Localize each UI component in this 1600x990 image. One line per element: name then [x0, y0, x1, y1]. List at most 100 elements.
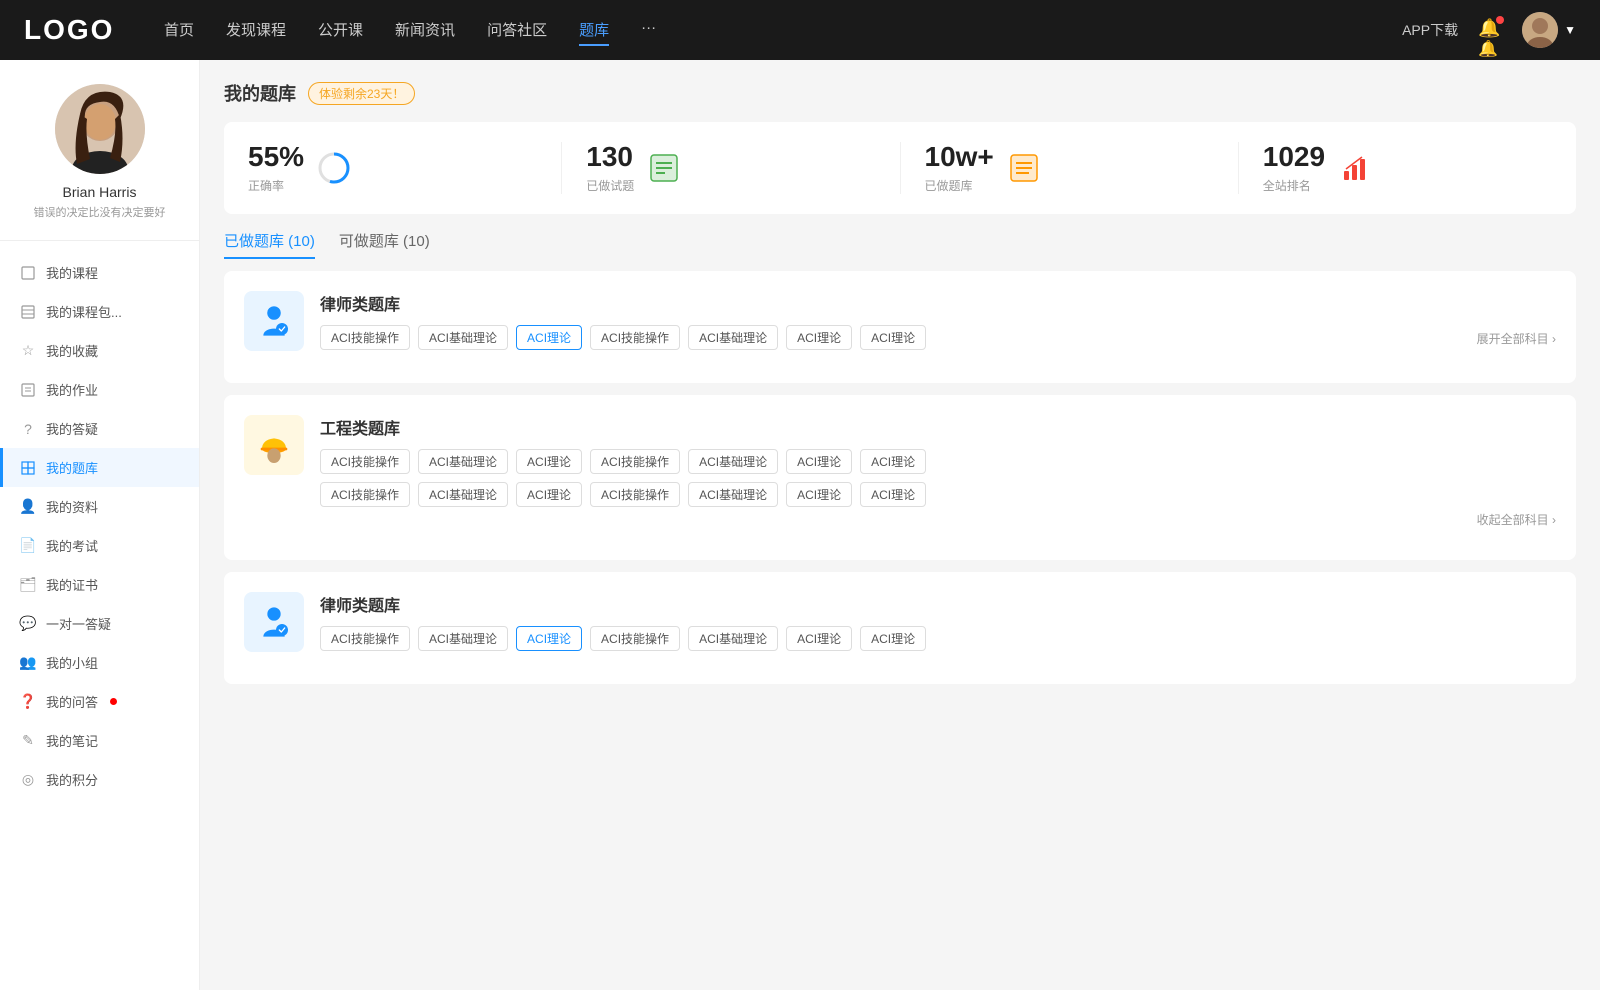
stat-done-banks: 10w+ 已做题库 [901, 142, 1239, 194]
tag-1-1[interactable]: ACI技能操作 [320, 325, 410, 350]
tab-done[interactable]: 已做题库 (10) [224, 230, 315, 259]
notification-dot [1496, 16, 1504, 24]
tag-2-2[interactable]: ACI基础理论 [418, 449, 508, 474]
sidebar-item-points[interactable]: ◎ 我的积分 [0, 760, 199, 799]
exam-icon: 📄 [20, 538, 36, 554]
tag-3-7[interactable]: ACI理论 [860, 626, 926, 651]
stats-card: 55% 正确率 130 已做试题 [224, 122, 1576, 214]
sidebar-label-profile: 我的资料 [46, 497, 98, 516]
tag-2-7[interactable]: ACI理论 [860, 449, 926, 474]
sidebar-item-exam[interactable]: 📄 我的考试 [0, 526, 199, 565]
page-title: 我的题库 [224, 80, 296, 106]
nav-qa[interactable]: 问答社区 [487, 15, 547, 46]
star-icon: ☆ [20, 343, 36, 359]
stat-label-accuracy: 正确率 [248, 177, 304, 194]
stat-label-done-banks: 已做题库 [925, 177, 994, 194]
notification-bell[interactable]: 🔔 [1478, 18, 1502, 42]
profile-name: Brian Harris [63, 184, 137, 200]
rank-icon [1337, 150, 1373, 186]
tag-1-4[interactable]: ACI技能操作 [590, 325, 680, 350]
app-download-button[interactable]: APP下载 [1402, 20, 1458, 40]
stat-number-done-q: 130 [586, 142, 634, 173]
trial-badge: 体验剩余23天！ [308, 82, 415, 105]
expand-link-1[interactable]: 展开全部科目 › [1477, 327, 1556, 350]
sidebar-item-group[interactable]: 👥 我的小组 [0, 643, 199, 682]
tag-2-10[interactable]: ACI理论 [516, 482, 582, 507]
qbank-title-2: 工程类题库 [320, 415, 1556, 439]
sidebar-item-notes[interactable]: ✎ 我的笔记 [0, 721, 199, 760]
tag-2-6[interactable]: ACI理论 [786, 449, 852, 474]
tag-2-9[interactable]: ACI基础理论 [418, 482, 508, 507]
tag-3-4[interactable]: ACI技能操作 [590, 626, 680, 651]
profile-section: Brian Harris 错误的决定比没有决定要好 [0, 84, 199, 241]
navbar: LOGO 首页 发现课程 公开课 新闻资讯 问答社区 题库 ··· APP下载 … [0, 0, 1600, 60]
sidebar-label-homework: 我的作业 [46, 380, 98, 399]
user-avatar-menu[interactable]: ▼ [1522, 12, 1576, 48]
tags-row-2-2: ACI技能操作 ACI基础理论 ACI理论 ACI技能操作 ACI基础理论 AC… [320, 482, 1556, 507]
profile-motto: 错误的决定比没有决定要好 [34, 204, 166, 220]
sidebar-item-certificate[interactable]: 🗂 我的证书 [0, 565, 199, 604]
sidebar-item-qbank[interactable]: 我的题库 [0, 448, 199, 487]
qbank-header-3: 律师类题库 ACI技能操作 ACI基础理论 ACI理论 ACI技能操作 ACI基… [244, 592, 1556, 652]
tag-2-14[interactable]: ACI理论 [860, 482, 926, 507]
oneone-icon: 💬 [20, 616, 36, 632]
tag-2-5[interactable]: ACI基础理论 [688, 449, 778, 474]
stat-accuracy: 55% 正确率 [224, 142, 562, 194]
sidebar-item-myqa[interactable]: ❓ 我的问答 [0, 682, 199, 721]
tag-3-3[interactable]: ACI理论 [516, 626, 582, 651]
tag-3-5[interactable]: ACI基础理论 [688, 626, 778, 651]
tags-row-1: ACI技能操作 ACI基础理论 ACI理论 ACI技能操作 ACI基础理论 AC… [320, 325, 1556, 350]
tag-2-1[interactable]: ACI技能操作 [320, 449, 410, 474]
sidebar-label-points: 我的积分 [46, 770, 98, 789]
nav-qbank[interactable]: 题库 [579, 15, 609, 46]
myqa-icon: ❓ [20, 694, 36, 710]
stat-done-questions: 130 已做试题 [562, 142, 900, 194]
sidebar-item-course[interactable]: 我的课程 [0, 253, 199, 292]
sidebar-label-group: 我的小组 [46, 653, 98, 672]
logo[interactable]: LOGO [24, 14, 124, 46]
sidebar: Brian Harris 错误的决定比没有决定要好 我的课程 我的课程包... … [0, 60, 200, 990]
qbank-icon [20, 460, 36, 476]
nav-news[interactable]: 新闻资讯 [395, 15, 455, 46]
qbank-header-1: 律师类题库 ACI技能操作 ACI基础理论 ACI理论 ACI技能操作 ACI基… [244, 291, 1556, 351]
sidebar-item-homework[interactable]: 我的作业 [0, 370, 199, 409]
qbank-header-2: 工程类题库 ACI技能操作 ACI基础理论 ACI理论 ACI技能操作 ACI基… [244, 415, 1556, 528]
sidebar-item-favorites[interactable]: ☆ 我的收藏 [0, 331, 199, 370]
nav-home[interactable]: 首页 [164, 15, 194, 46]
sidebar-label-myqa: 我的问答 [46, 692, 98, 711]
tag-2-13[interactable]: ACI理论 [786, 482, 852, 507]
qbank-title-1: 律师类题库 [320, 291, 1556, 315]
main-content: 我的题库 体验剩余23天！ 55% 正确率 130 [200, 60, 1600, 990]
tabs-row: 已做题库 (10) 可做题库 (10) [224, 230, 1576, 259]
navbar-right: APP下载 🔔 ▼ [1402, 12, 1576, 48]
certificate-icon: 🗂 [20, 577, 36, 593]
sidebar-item-course-pack[interactable]: 我的课程包... [0, 292, 199, 331]
profile-avatar [55, 84, 145, 174]
nav-discover[interactable]: 发现课程 [226, 15, 286, 46]
sidebar-item-profile[interactable]: 👤 我的资料 [0, 487, 199, 526]
nav-more[interactable]: ··· [641, 15, 656, 46]
collapse-link-2[interactable]: 收起全部科目 › [320, 511, 1556, 528]
unread-dot [110, 698, 117, 705]
tag-3-2[interactable]: ACI基础理论 [418, 626, 508, 651]
sidebar-item-one-on-one[interactable]: 💬 一对一答疑 [0, 604, 199, 643]
tag-1-2[interactable]: ACI基础理论 [418, 325, 508, 350]
tag-3-1[interactable]: ACI技能操作 [320, 626, 410, 651]
tag-2-4[interactable]: ACI技能操作 [590, 449, 680, 474]
tag-1-3[interactable]: ACI理论 [516, 325, 582, 350]
page-wrapper: Brian Harris 错误的决定比没有决定要好 我的课程 我的课程包... … [0, 60, 1600, 990]
sidebar-item-qa[interactable]: ? 我的答疑 [0, 409, 199, 448]
tag-2-11[interactable]: ACI技能操作 [590, 482, 680, 507]
tag-3-6[interactable]: ACI理论 [786, 626, 852, 651]
tag-2-12[interactable]: ACI基础理论 [688, 482, 778, 507]
page-title-row: 我的题库 体验剩余23天！ [224, 80, 1576, 106]
qbank-title-3: 律师类题库 [320, 592, 1556, 616]
tab-todo[interactable]: 可做题库 (10) [339, 230, 430, 259]
tag-1-7[interactable]: ACI理论 [860, 325, 926, 350]
tag-1-6[interactable]: ACI理论 [786, 325, 852, 350]
nav-menu: 首页 发现课程 公开课 新闻资讯 问答社区 题库 ··· [164, 15, 1402, 46]
nav-open[interactable]: 公开课 [318, 15, 363, 46]
tag-2-3[interactable]: ACI理论 [516, 449, 582, 474]
tag-1-5[interactable]: ACI基础理论 [688, 325, 778, 350]
tag-2-8[interactable]: ACI技能操作 [320, 482, 410, 507]
